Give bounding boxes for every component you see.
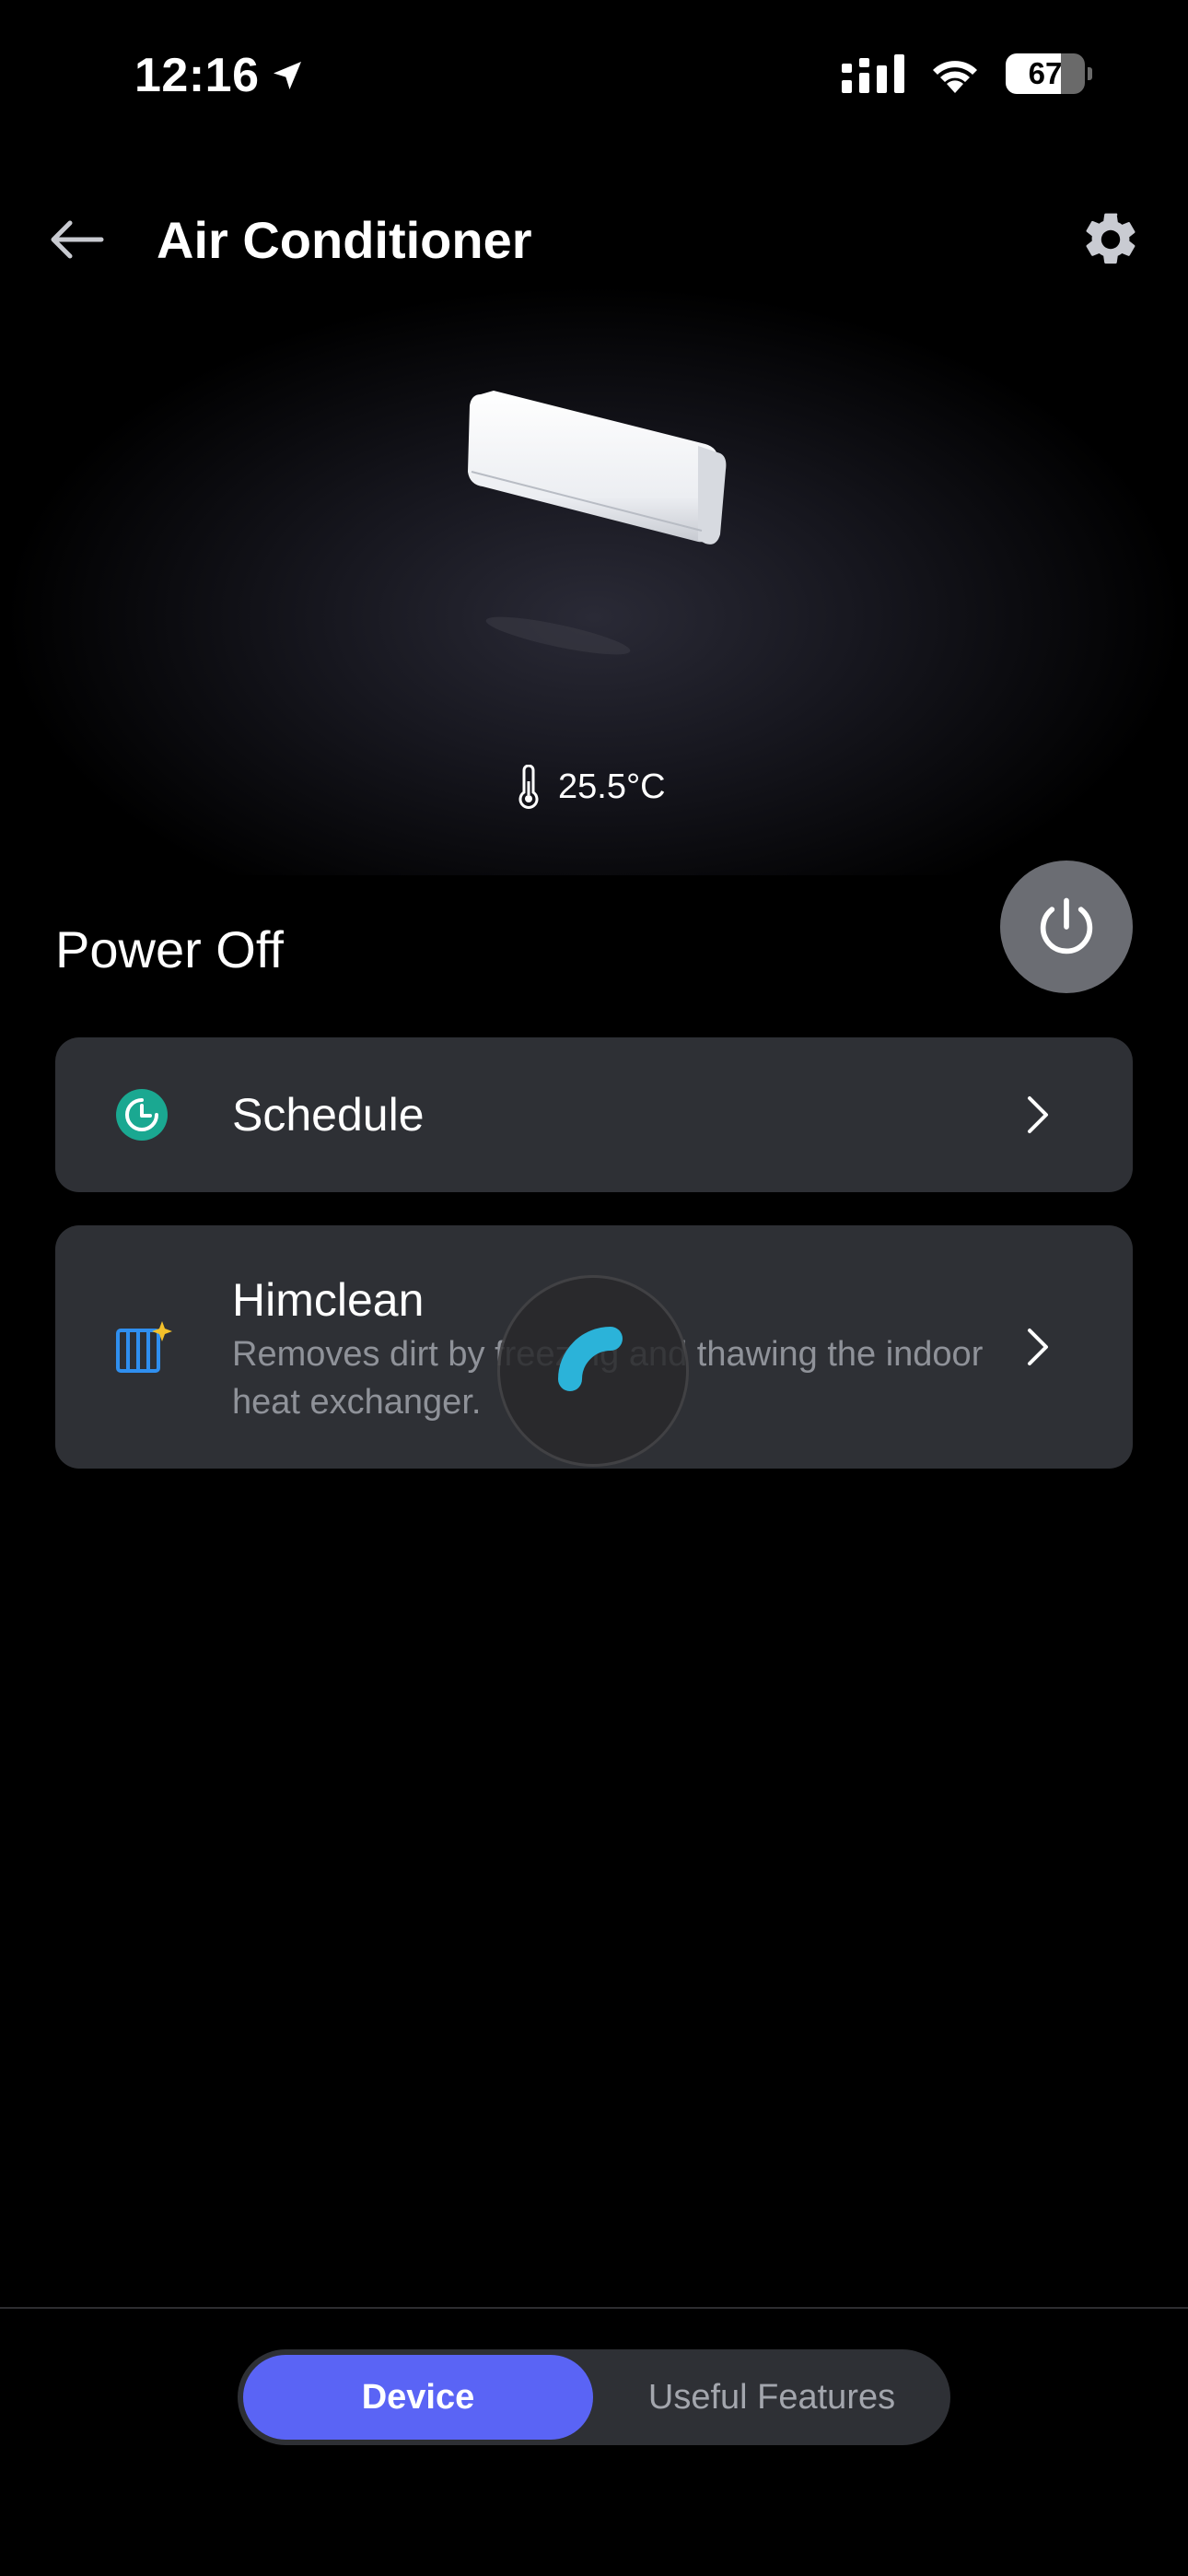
tab-device[interactable]: Device bbox=[243, 2355, 593, 2440]
bottom-tab-switcher: Device Useful Features bbox=[238, 2349, 950, 2445]
bottom-divider bbox=[0, 2307, 1188, 2309]
status-bar-indicators: 67 bbox=[842, 53, 1092, 94]
temperature-readout: 25.5°C bbox=[516, 765, 666, 809]
schedule-card[interactable]: Schedule bbox=[55, 1037, 1133, 1192]
page-title: Air Conditioner bbox=[157, 211, 532, 269]
status-bar-time: 12:16 bbox=[134, 48, 306, 103]
back-button[interactable] bbox=[44, 210, 111, 269]
thermometer-icon bbox=[518, 765, 539, 809]
location-arrow-icon bbox=[273, 62, 301, 89]
power-icon bbox=[1040, 897, 1093, 954]
chevron-right-icon bbox=[1028, 1096, 1048, 1133]
arrow-left-icon bbox=[51, 220, 104, 259]
chevron-right-icon bbox=[1028, 1329, 1048, 1365]
loading-spinner bbox=[497, 1275, 689, 1467]
time-text: 12:16 bbox=[134, 49, 260, 102]
power-status-label: Power Off bbox=[55, 920, 284, 978]
power-button[interactable] bbox=[1000, 861, 1133, 993]
ac-shadow bbox=[485, 616, 631, 655]
himclean-icon bbox=[116, 1321, 172, 1373]
battery-indicator: 67 bbox=[1006, 53, 1092, 94]
spinner-arc-icon bbox=[558, 1327, 623, 1391]
battery-level: 67 bbox=[1028, 56, 1063, 90]
tab-useful-features[interactable]: Useful Features bbox=[597, 2355, 947, 2440]
schedule-title: Schedule bbox=[232, 1089, 425, 1141]
clock-icon bbox=[116, 1089, 168, 1141]
gear-icon bbox=[1086, 213, 1136, 264]
wifi-icon bbox=[933, 61, 977, 93]
himclean-title: Himclean bbox=[232, 1274, 425, 1326]
cellular-signal-icon bbox=[842, 54, 904, 93]
air-conditioner-image bbox=[460, 387, 737, 562]
settings-button[interactable] bbox=[1079, 208, 1142, 271]
temperature-value: 25.5°C bbox=[558, 767, 666, 806]
